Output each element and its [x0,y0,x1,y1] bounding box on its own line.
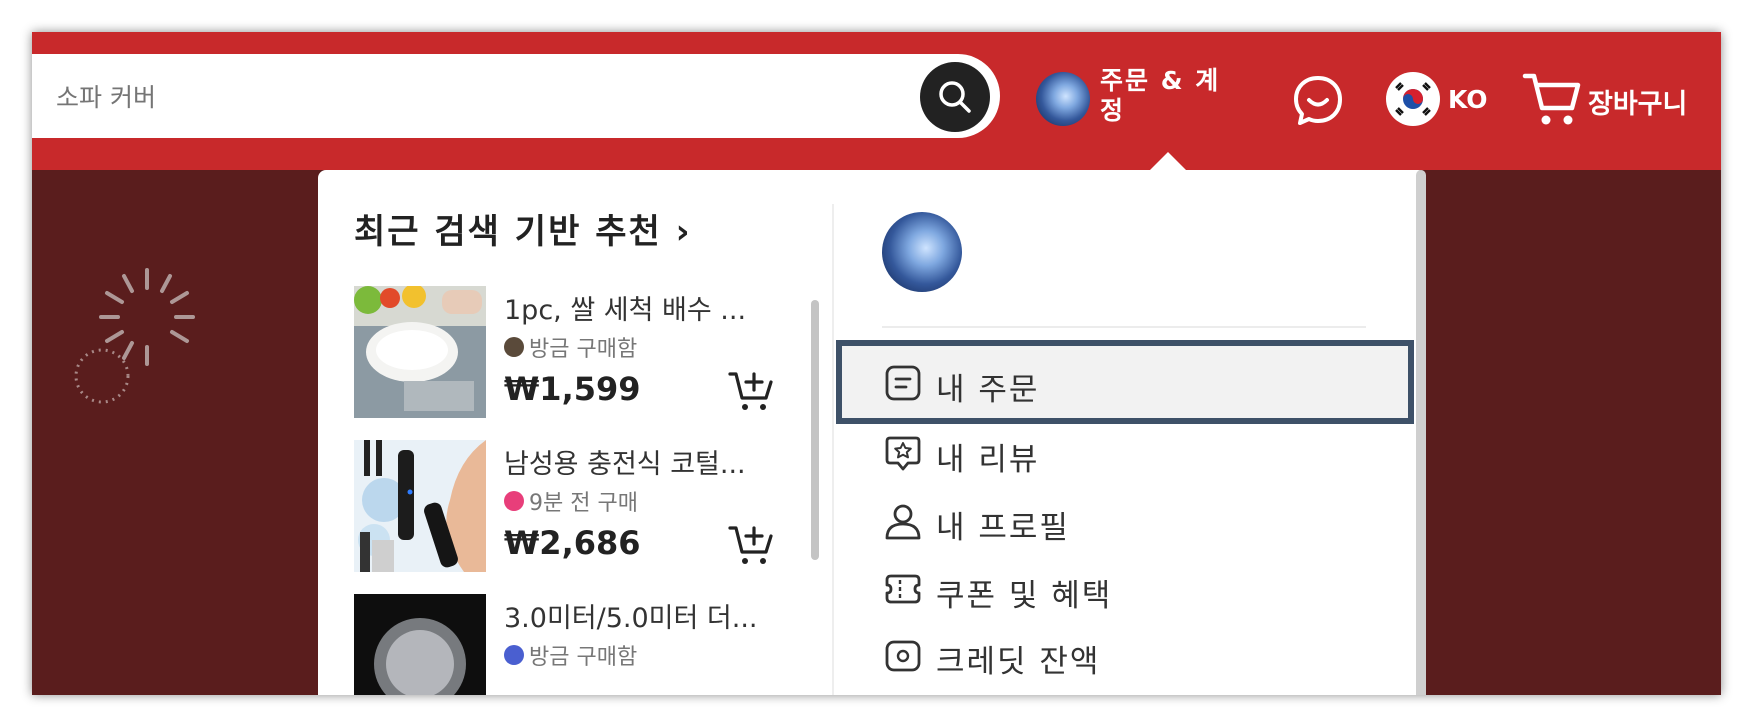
menu-item-label: 내 프로필 [936,510,1070,546]
purchase-status: 방금 구매함 [504,331,637,363]
menu-item-label: 쿠폰 및 혜택 [936,578,1113,614]
menu-item-label: 크레딧 잔액 [936,644,1101,680]
buyer-avatar-icon [504,491,524,511]
menu-scrollbar[interactable] [1416,170,1426,695]
menu-item-my-reviews[interactable]: 내 리뷰 [842,416,1408,488]
review-star-icon [885,436,921,471]
product-image[interactable] [354,594,486,695]
taegeuk-icon [1395,82,1431,116]
product-card[interactable]: 남성용 충전식 코털... 9분 전 구매 ₩2,686 [354,440,814,580]
user-icon [885,504,921,540]
search-button[interactable] [920,62,990,132]
profile-avatar[interactable] [882,212,962,292]
cart-icon[interactable] [1522,70,1582,128]
top-header: 주문 & 계정 KO 장바구니 [32,32,1721,170]
search-bar [32,54,1000,138]
cart-label[interactable]: 장바구니 [1588,82,1687,121]
product-name[interactable]: 1pc, 쌀 세척 배수 ... [504,288,746,327]
product-image[interactable] [354,286,486,418]
purchase-status: 9분 전 구매 [504,485,638,517]
product-price: ₩2,686 [504,524,641,562]
buyer-avatar-icon [504,645,524,665]
add-to-cart-icon[interactable] [728,370,774,412]
decorative-dots-icon [74,348,130,404]
product-name[interactable]: 3.0미터/5.0미터 더... [504,596,758,635]
menu-item-label: 내 주문 [936,372,1040,408]
purchase-status-text: 9분 전 구매 [529,491,638,516]
chat-icon[interactable] [1290,72,1346,128]
coupon-icon [885,574,921,604]
purchase-status-text: 방금 구매함 [529,645,638,670]
korea-flag-icon[interactable] [1386,72,1440,126]
product-name[interactable]: 남성용 충전식 코털... [504,442,746,481]
language-label[interactable]: KO [1448,85,1488,114]
product-card[interactable]: 3.0미터/5.0미터 더... 방금 구매함 [354,594,814,695]
menu-item-credit-balance[interactable]: 크레딧 잔액 [842,618,1408,690]
add-to-cart-icon[interactable] [728,524,774,566]
account-dropdown-panel: 최근 검색 기반 추천 › 1pc, 쌀 세척 배수 ... 방금 구매함 ₩1… [318,170,1426,695]
buyer-avatar-icon [504,337,524,357]
purchase-status: 방금 구매함 [504,639,637,671]
menu-item-coupons[interactable]: 쿠폰 및 혜택 [842,552,1408,624]
column-divider [832,204,834,695]
menu-item-my-profile[interactable]: 내 프로필 [842,484,1408,556]
dropdown-caret [1150,152,1186,170]
menu-item-my-orders[interactable]: 내 주문 [836,340,1414,424]
menu-divider [882,326,1366,328]
product-card[interactable]: 1pc, 쌀 세척 배수 ... 방금 구매함 ₩1,599 [354,286,814,426]
search-icon [939,81,971,113]
browser-viewport: 주문 & 계정 KO 장바구니 [32,32,1721,695]
product-price: ₩1,599 [504,370,641,408]
wallet-icon [885,640,921,672]
orders-account-label[interactable]: 주문 & 계정 [1100,66,1240,126]
search-input[interactable] [54,74,858,120]
purchase-status-text: 방금 구매함 [529,337,638,362]
order-list-icon [885,365,921,401]
recommendation-title[interactable]: 최근 검색 기반 추천 › [354,204,692,253]
account-avatar-icon[interactable] [1036,72,1090,126]
menu-item-label: 내 리뷰 [936,442,1040,478]
product-image[interactable] [354,440,486,572]
